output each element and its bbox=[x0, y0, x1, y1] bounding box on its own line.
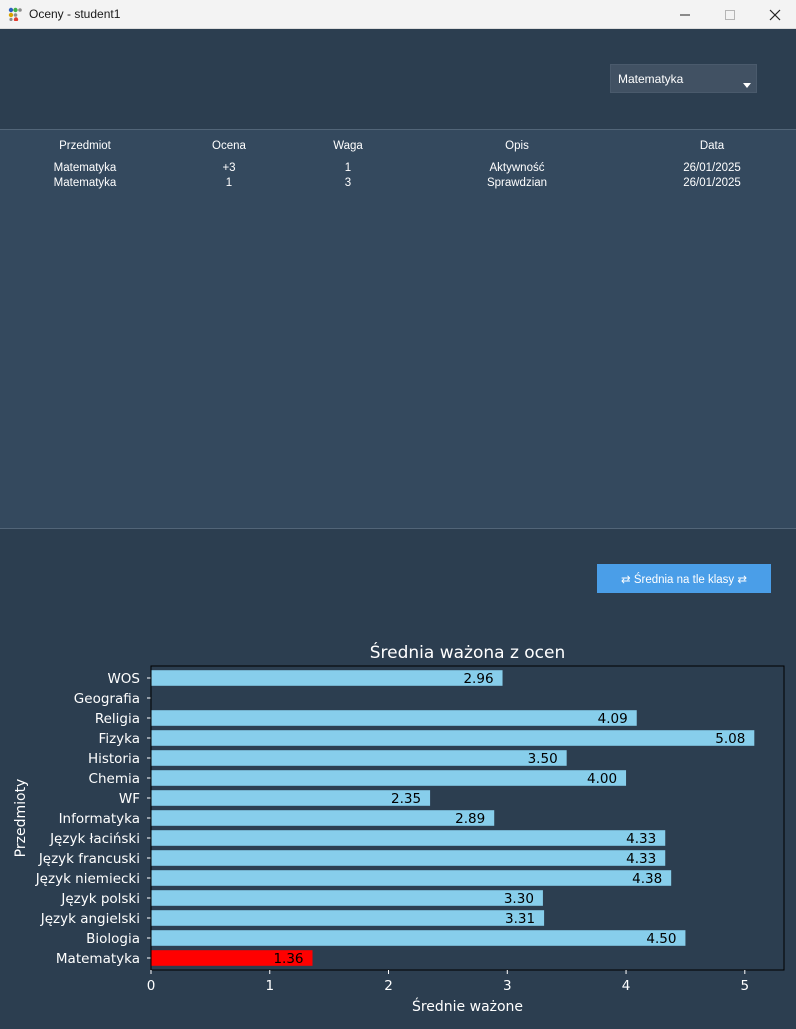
y-tick-label: Język angielski bbox=[40, 911, 140, 927]
y-tick-label: WF bbox=[119, 791, 140, 807]
minimize-button[interactable] bbox=[662, 0, 708, 29]
data-label: 4.38 bbox=[632, 871, 662, 887]
y-tick-label: Matematyka bbox=[56, 951, 140, 967]
table-cell[interactable]: 3 bbox=[278, 177, 418, 189]
app-icon bbox=[8, 7, 22, 21]
minimize-icon bbox=[680, 14, 690, 15]
y-tick-label: Informatyka bbox=[59, 811, 140, 827]
table-cell[interactable]: Sprawdzian bbox=[447, 177, 587, 189]
data-label: 3.50 bbox=[528, 751, 558, 767]
grades-table: Przedmiot Ocena Waga Opis Data Matematyk… bbox=[0, 129, 796, 529]
bar bbox=[151, 850, 666, 866]
column-header-weight[interactable]: Waga bbox=[278, 140, 418, 152]
title-bar: Oceny - student1 bbox=[0, 0, 796, 29]
y-tick-label: Język francuski bbox=[38, 851, 140, 867]
x-tick-label: 0 bbox=[147, 978, 156, 994]
y-tick-label: Chemia bbox=[89, 771, 140, 787]
column-header-description[interactable]: Opis bbox=[447, 140, 587, 152]
close-button[interactable] bbox=[752, 0, 796, 29]
window-title: Oceny - student1 bbox=[29, 7, 121, 21]
data-label: 3.30 bbox=[504, 891, 534, 907]
bar bbox=[151, 770, 627, 786]
bar bbox=[151, 810, 495, 826]
chart-title: Średnia ważona z ocen bbox=[370, 641, 566, 663]
column-header-date[interactable]: Data bbox=[642, 140, 782, 152]
y-tick-label: Fizyka bbox=[99, 731, 140, 747]
data-label: 2.96 bbox=[463, 671, 493, 687]
close-icon bbox=[769, 9, 781, 20]
bar bbox=[151, 670, 503, 686]
x-tick-label: 1 bbox=[265, 978, 274, 994]
y-tick-label: Geografia bbox=[74, 691, 140, 707]
data-label: 4.50 bbox=[646, 931, 676, 947]
y-tick-label: Język polski bbox=[60, 891, 140, 907]
x-tick-label: 4 bbox=[622, 978, 631, 994]
y-tick-label: Religia bbox=[95, 711, 140, 727]
bar bbox=[151, 730, 755, 746]
y-tick-label: Język łaciński bbox=[49, 831, 140, 847]
table-cell[interactable]: Matematyka bbox=[15, 162, 155, 174]
x-axis-label: Średnie ważone bbox=[412, 997, 523, 1015]
data-label: 1.36 bbox=[273, 951, 303, 967]
bar bbox=[151, 830, 666, 846]
weighted-average-chart: Średnia ważona z ocen Matematyka 1.36 Biolo… bbox=[13, 641, 785, 1015]
data-label: 4.00 bbox=[587, 771, 617, 787]
bar bbox=[151, 870, 672, 886]
data-label: 4.33 bbox=[626, 831, 656, 847]
y-tick-label: WOS bbox=[107, 671, 140, 687]
bar bbox=[151, 890, 543, 906]
data-label: 2.89 bbox=[455, 811, 485, 827]
y-tick-label: Język niemiecki bbox=[35, 871, 140, 887]
bar bbox=[151, 930, 686, 946]
data-label: 4.33 bbox=[626, 851, 656, 867]
chevron-down-icon bbox=[743, 83, 751, 88]
filter-bar: Matematyka bbox=[0, 29, 796, 129]
column-header-subject[interactable]: Przedmiot bbox=[15, 140, 155, 152]
table-cell[interactable]: Aktywność bbox=[447, 162, 587, 174]
bar bbox=[151, 790, 431, 806]
data-label: 3.31 bbox=[505, 911, 535, 927]
bar bbox=[151, 710, 637, 726]
table-cell[interactable]: 26/01/2025 bbox=[642, 177, 782, 189]
table-cell[interactable]: 26/01/2025 bbox=[642, 162, 782, 174]
y-tick-label: Historia bbox=[88, 751, 140, 767]
x-tick-label: 2 bbox=[384, 978, 393, 994]
table-cell[interactable]: 1 bbox=[278, 162, 418, 174]
bar bbox=[151, 910, 545, 926]
data-label: 4.09 bbox=[598, 711, 628, 727]
subject-select-value: Matematyka bbox=[618, 72, 684, 86]
y-tick-label: Biologia bbox=[86, 931, 140, 947]
maximize-icon bbox=[725, 9, 735, 20]
subject-select[interactable]: Matematyka bbox=[610, 64, 757, 93]
data-label: 2.35 bbox=[391, 791, 421, 807]
bar bbox=[151, 750, 567, 766]
maximize-button[interactable] bbox=[707, 0, 753, 29]
y-axis-label: Przedmioty bbox=[13, 779, 29, 858]
x-tick-label: 5 bbox=[741, 978, 750, 994]
table-cell[interactable]: Matematyka bbox=[15, 177, 155, 189]
x-tick-label: 3 bbox=[503, 978, 512, 994]
data-label: 5.08 bbox=[715, 731, 745, 747]
